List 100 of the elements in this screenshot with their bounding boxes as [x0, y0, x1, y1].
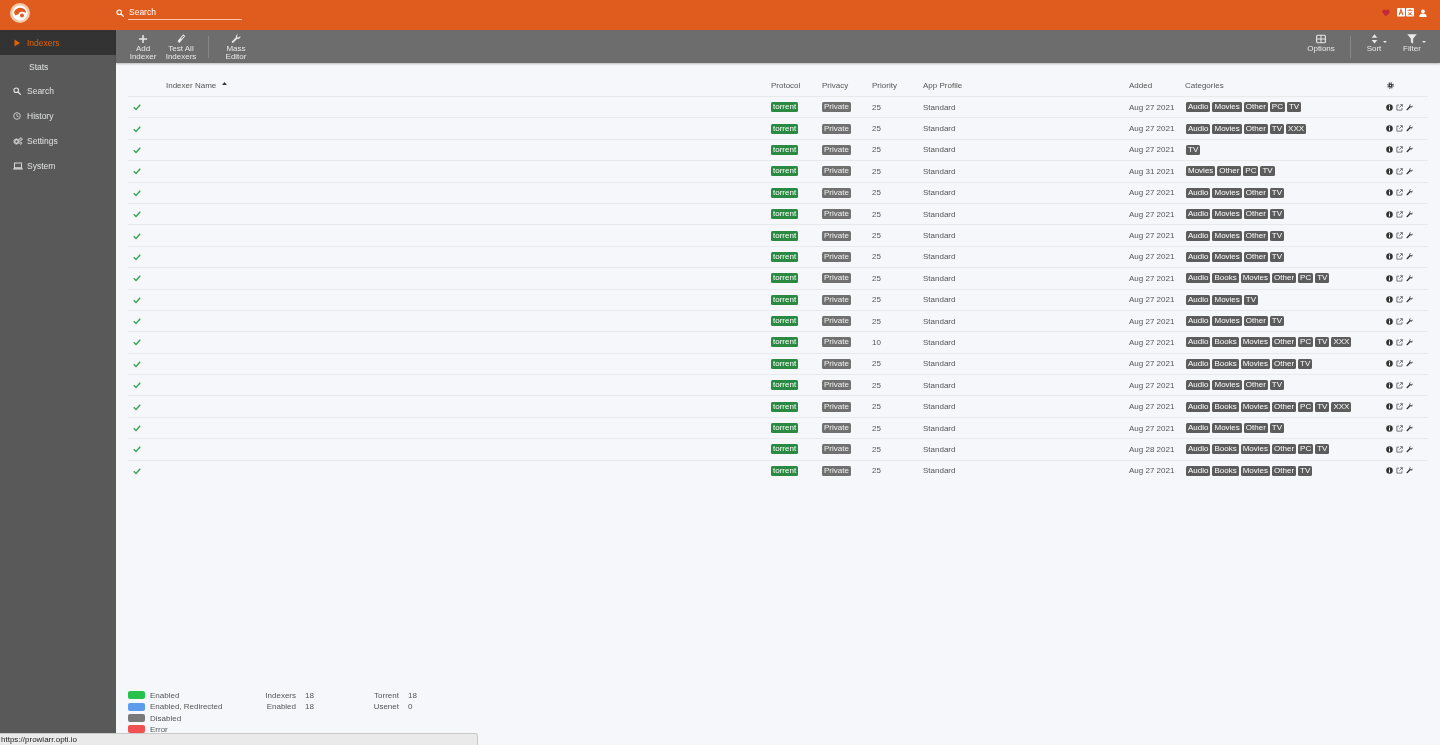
wrench-icon[interactable]: [1406, 424, 1413, 432]
privacy-tag: Private: [822, 465, 851, 476]
external-link-icon[interactable]: [1396, 210, 1403, 218]
category-tag: Movies: [1212, 251, 1242, 262]
column-header[interactable]: Priority: [872, 81, 897, 90]
wrench-icon[interactable]: [1406, 125, 1413, 133]
wrench-icon[interactable]: [1406, 253, 1413, 261]
info-icon[interactable]: [1386, 274, 1393, 282]
privacy-tag: Private: [822, 294, 851, 305]
info-icon[interactable]: [1386, 125, 1393, 133]
category-tag: TV: [1243, 294, 1259, 305]
sidebar-item[interactable]: Search: [0, 78, 116, 103]
info-icon[interactable]: [1386, 210, 1393, 218]
info-icon[interactable]: [1386, 296, 1393, 304]
settings-icon[interactable]: [1387, 82, 1394, 89]
category-tag: Movies: [1212, 294, 1242, 305]
external-link-icon[interactable]: [1396, 167, 1403, 175]
toolbar-button[interactable]: Test All Indexers: [162, 30, 200, 63]
external-link-icon[interactable]: [1396, 189, 1403, 197]
column-header[interactable]: App Profile: [923, 81, 963, 90]
external-link-icon[interactable]: [1396, 445, 1403, 453]
toolbar-button[interactable]: Add Indexer: [124, 30, 162, 63]
wrench-icon[interactable]: [1406, 339, 1413, 346]
column-header[interactable]: Categories: [1185, 81, 1224, 90]
info-icon[interactable]: [1386, 339, 1393, 346]
external-link-icon[interactable]: [1396, 232, 1403, 240]
external-link-icon[interactable]: [1396, 274, 1403, 282]
wrench-icon[interactable]: [1406, 232, 1413, 240]
sidebar-item[interactable]: Settings: [0, 128, 116, 153]
toolbar-button[interactable]: Mass Editor: [217, 30, 255, 63]
added-date: Aug 27 2021: [1129, 359, 1175, 369]
info-icon[interactable]: [1386, 360, 1393, 368]
app-profile-text: Standard: [923, 166, 956, 176]
app-profile-text: Standard: [923, 444, 956, 454]
column-header[interactable]: Added: [1129, 81, 1153, 90]
added-date: Aug 28 2021: [1129, 444, 1175, 454]
wrench-icon[interactable]: [1406, 274, 1413, 282]
info-icon[interactable]: [1386, 253, 1393, 261]
category-tag: PC: [1298, 401, 1314, 412]
sidebar-subitem[interactable]: Stats: [0, 55, 116, 78]
info-icon[interactable]: [1386, 403, 1393, 411]
column-header[interactable]: Protocol: [771, 81, 801, 90]
search-field[interactable]: Search: [128, 5, 242, 20]
wrench-icon[interactable]: [1406, 445, 1413, 453]
external-link-icon[interactable]: [1396, 381, 1403, 389]
toolbar-button[interactable]: Sort: [1355, 30, 1393, 63]
info-icon[interactable]: [1386, 424, 1393, 432]
external-link-icon[interactable]: [1396, 317, 1403, 325]
column-header[interactable]: Privacy: [822, 81, 849, 90]
category-tag: Books: [1212, 273, 1239, 284]
wrench-icon[interactable]: [1406, 146, 1413, 154]
sidebar-item[interactable]: Indexers: [0, 30, 116, 55]
privacy-tag: Private: [822, 230, 851, 241]
category-tag: TV: [1269, 123, 1285, 134]
column-header[interactable]: Indexer Name: [166, 81, 228, 90]
wrench-icon[interactable]: [1406, 103, 1413, 111]
toolbar-button[interactable]: Filter: [1393, 30, 1431, 63]
info-icon[interactable]: [1386, 381, 1393, 389]
wrench-icon[interactable]: [1406, 467, 1413, 475]
external-link-icon[interactable]: [1396, 125, 1403, 133]
info-icon[interactable]: [1386, 146, 1393, 154]
external-link-icon[interactable]: [1396, 403, 1403, 411]
privacy-tag: Private: [822, 209, 851, 220]
info-icon[interactable]: [1386, 445, 1393, 453]
info-icon[interactable]: [1386, 317, 1393, 325]
sidebar-item[interactable]: History: [0, 103, 116, 128]
category-tag: Other: [1217, 166, 1242, 177]
info-icon[interactable]: [1386, 103, 1393, 111]
wrench-icon[interactable]: [1406, 403, 1413, 411]
protocol-tag: torrent: [771, 358, 799, 369]
wrench-icon[interactable]: [1406, 317, 1413, 325]
priority-value: 25: [872, 188, 881, 198]
wrench-icon[interactable]: [1406, 210, 1413, 218]
external-link-icon[interactable]: [1396, 360, 1403, 368]
protocol-tag: torrent: [771, 380, 799, 391]
info-icon[interactable]: [1386, 467, 1393, 475]
wrench-icon[interactable]: [1406, 189, 1413, 197]
app-profile-text: Standard: [923, 145, 956, 155]
wrench-icon[interactable]: [1406, 381, 1413, 389]
priority-value: 25: [872, 444, 881, 454]
wrench-icon[interactable]: [1406, 296, 1413, 304]
external-link-icon[interactable]: [1396, 253, 1403, 261]
wrench-icon[interactable]: [1406, 167, 1413, 175]
sidebar-item[interactable]: System: [0, 153, 116, 178]
external-link-icon[interactable]: [1396, 103, 1403, 111]
external-link-icon[interactable]: [1396, 296, 1403, 304]
info-icon[interactable]: [1386, 167, 1393, 175]
info-icon[interactable]: [1386, 189, 1393, 197]
wrench-icon[interactable]: [1406, 360, 1413, 368]
user-icon[interactable]: [1419, 8, 1427, 17]
external-link-icon[interactable]: [1396, 146, 1403, 154]
external-link-icon[interactable]: [1396, 467, 1403, 475]
info-icon[interactable]: [1386, 232, 1393, 240]
added-date: Aug 27 2021: [1129, 423, 1175, 433]
external-link-icon[interactable]: [1396, 339, 1403, 346]
external-link-icon[interactable]: [1396, 424, 1403, 432]
language-icon[interactable]: [1397, 8, 1414, 17]
app-profile-text: Standard: [923, 359, 956, 369]
toolbar-button[interactable]: Options: [1302, 30, 1340, 63]
logo-icon[interactable]: [10, 2, 30, 23]
